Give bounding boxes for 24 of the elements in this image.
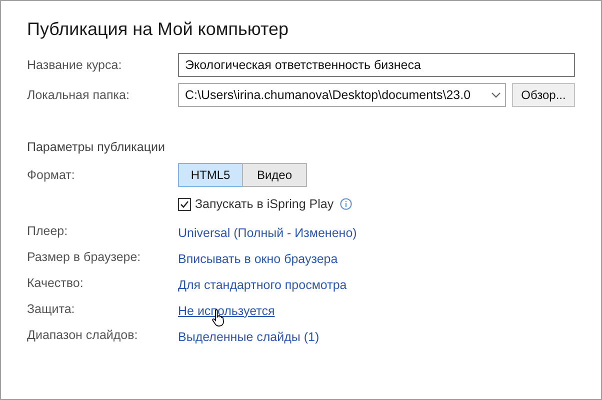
setting-link[interactable]: Вписывать в окно браузера	[178, 252, 338, 266]
browse-button[interactable]: Обзор...	[512, 83, 575, 107]
setting-label: Диапазон слайдов:	[27, 328, 139, 342]
setting-label: Защита:	[27, 302, 76, 316]
info-icon	[340, 198, 352, 210]
setting-label: Плеер:	[27, 224, 69, 238]
format-toggle[interactable]: Видео	[242, 163, 307, 187]
section-title: Параметры публикации	[27, 140, 166, 154]
format-toggle[interactable]: HTML5	[178, 163, 243, 187]
chevron-icon	[491, 92, 501, 98]
folder-dropdown[interactable]: C:\Users\irina.chumanova\Desktop\documents\23.0	[178, 83, 506, 107]
dialog-title: Публикация на Мой компьютер	[27, 19, 290, 40]
checkbox-label: Запускать в iSpring Play	[195, 197, 334, 211]
setting-label: Качество:	[27, 276, 84, 290]
setting-link[interactable]: Universal (Полный - Изменено)	[178, 226, 357, 240]
field-label: Формат:	[27, 168, 76, 182]
setting-link[interactable]: Выделенные слайды (1)	[178, 330, 320, 344]
checkbox[interactable]	[178, 198, 191, 210]
field-label: Название курса:	[27, 58, 123, 72]
setting-link[interactable]: Не используется	[178, 304, 275, 318]
setting-link[interactable]: Для стандартного просмотра	[178, 278, 347, 292]
setting-label: Размер в браузере:	[27, 250, 142, 264]
course-name-field[interactable]: Экологическая ответственность бизнеса	[178, 53, 575, 77]
field-label: Локальная папка:	[27, 88, 130, 102]
